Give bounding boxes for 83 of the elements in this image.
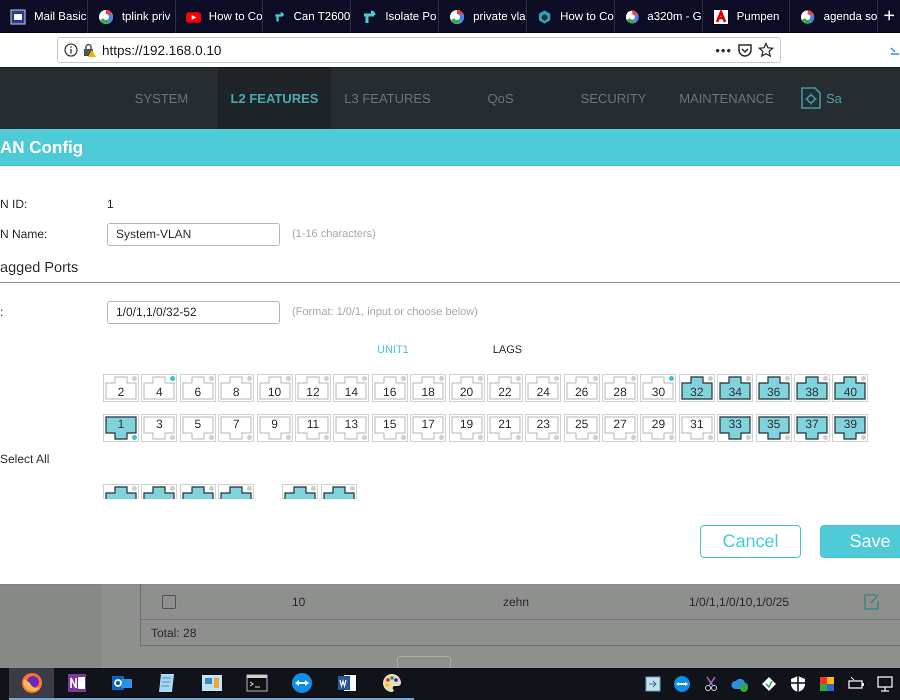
- dialog-title: AN Config: [0, 138, 84, 158]
- mail-icon: [10, 8, 26, 24]
- document-icon: [712, 8, 729, 24]
- port-button[interactable]: 17: [410, 414, 446, 442]
- input-field[interactable]: System-VLAN: [107, 222, 280, 246]
- hook-icon: [361, 8, 378, 24]
- port-button[interactable]: 32: [678, 374, 715, 402]
- port-button[interactable]: 4: [141, 374, 178, 402]
- table-cell: zehn: [503, 594, 530, 608]
- port-button[interactable]: 38: [794, 374, 830, 402]
- port-button[interactable]: 19: [448, 414, 485, 442]
- port-button[interactable]: 22: [486, 374, 523, 402]
- table-cell: 1/0/1,1/0/10,1/0/25: [689, 594, 790, 608]
- port-button[interactable]: 2: [103, 374, 139, 402]
- globe-icon: [800, 8, 816, 24]
- pocket-icon[interactable]: [737, 42, 753, 58]
- field-value: 1: [107, 197, 114, 211]
- port-button[interactable]: 40: [832, 374, 868, 402]
- port-button[interactable]: 1: [103, 414, 139, 442]
- port-button[interactable]: 10: [256, 374, 293, 402]
- port-button[interactable]: 36: [756, 374, 792, 402]
- port-button[interactable]: 26: [564, 374, 600, 402]
- nav-tab[interactable]: L2 FEATURES: [218, 67, 331, 129]
- new-tab-button[interactable]: +: [878, 0, 900, 33]
- port-button[interactable]: 37: [794, 414, 830, 442]
- port-button[interactable]: 8: [218, 374, 254, 402]
- port-button[interactable]: 39: [832, 414, 868, 442]
- warning-lock-icon: [83, 43, 97, 57]
- address-text: https://192.168.0.10: [102, 42, 222, 58]
- port-button[interactable]: 18: [410, 374, 446, 402]
- port-button[interactable]: 6: [180, 374, 216, 402]
- port-button[interactable]: 5: [180, 414, 216, 442]
- port-button[interactable]: 24: [525, 374, 562, 402]
- hint-text: (Format: 1/0/1, input or choose below): [292, 306, 478, 318]
- port-button[interactable]: 25: [564, 414, 600, 442]
- port-button[interactable]: 9: [256, 414, 293, 442]
- port-button[interactable]: 7: [218, 414, 254, 442]
- taskbar-app[interactable]: [9, 668, 54, 700]
- input-field[interactable]: 1/0/1,1/0/32-52: [107, 300, 280, 324]
- bookmark-star-icon[interactable]: [758, 42, 774, 58]
- port-button[interactable]: 28: [602, 374, 638, 402]
- field-label: N ID:: [0, 197, 28, 211]
- port-button[interactable]: 11: [294, 414, 331, 442]
- port-button[interactable]: 35: [756, 414, 792, 442]
- unit-tab[interactable]: LAGS: [492, 344, 522, 356]
- port-button[interactable]: 33: [717, 414, 754, 442]
- field-label: :: [0, 305, 4, 319]
- port-button[interactable]: 3: [141, 414, 178, 442]
- section-title: agged Ports: [0, 260, 78, 276]
- row-checkbox[interactable]: [162, 594, 176, 608]
- save-gear-icon[interactable]: [800, 86, 822, 110]
- firefox-icon: [20, 671, 44, 696]
- scissors-icon[interactable]: [702, 675, 720, 694]
- tiles-icon[interactable]: [818, 675, 836, 694]
- port-button[interactable]: 13: [333, 414, 370, 442]
- globe-icon: [449, 8, 466, 24]
- select-all-label[interactable]: Select All: [0, 452, 50, 466]
- save-config-label[interactable]: Sa: [826, 90, 842, 106]
- window-icon[interactable]: [644, 675, 662, 694]
- port-button[interactable]: 15: [372, 414, 408, 442]
- info-icon: [64, 43, 78, 57]
- port-button[interactable]: 20: [448, 374, 485, 402]
- port-button[interactable]: 29: [640, 414, 676, 442]
- page-actions-button[interactable]: •••: [715, 42, 732, 58]
- total-count: Total: 28: [151, 626, 196, 640]
- globe-icon: [624, 8, 640, 24]
- globe-icon: [98, 8, 114, 24]
- table-cell: 10: [292, 594, 306, 608]
- port-button[interactable]: 27: [602, 414, 638, 442]
- hint-text: (1-16 characters): [292, 228, 376, 240]
- port-button[interactable]: 21: [486, 414, 523, 442]
- shield-icon[interactable]: [789, 675, 807, 694]
- port-button[interactable]: 14: [333, 374, 370, 402]
- port-button[interactable]: 31: [678, 414, 715, 442]
- field-label: N Name:: [0, 227, 48, 241]
- port-button[interactable]: 23: [525, 414, 562, 442]
- port-button[interactable]: 34: [717, 374, 754, 402]
- hexagon-icon: [536, 8, 552, 24]
- port-button[interactable]: 12: [294, 374, 331, 402]
- address-field[interactable]: https://192.168.0.10 •••: [57, 37, 781, 63]
- diamond-icon[interactable]: [760, 675, 778, 694]
- port-button[interactable]: 16: [372, 374, 408, 402]
- port-button[interactable]: 30: [640, 374, 676, 402]
